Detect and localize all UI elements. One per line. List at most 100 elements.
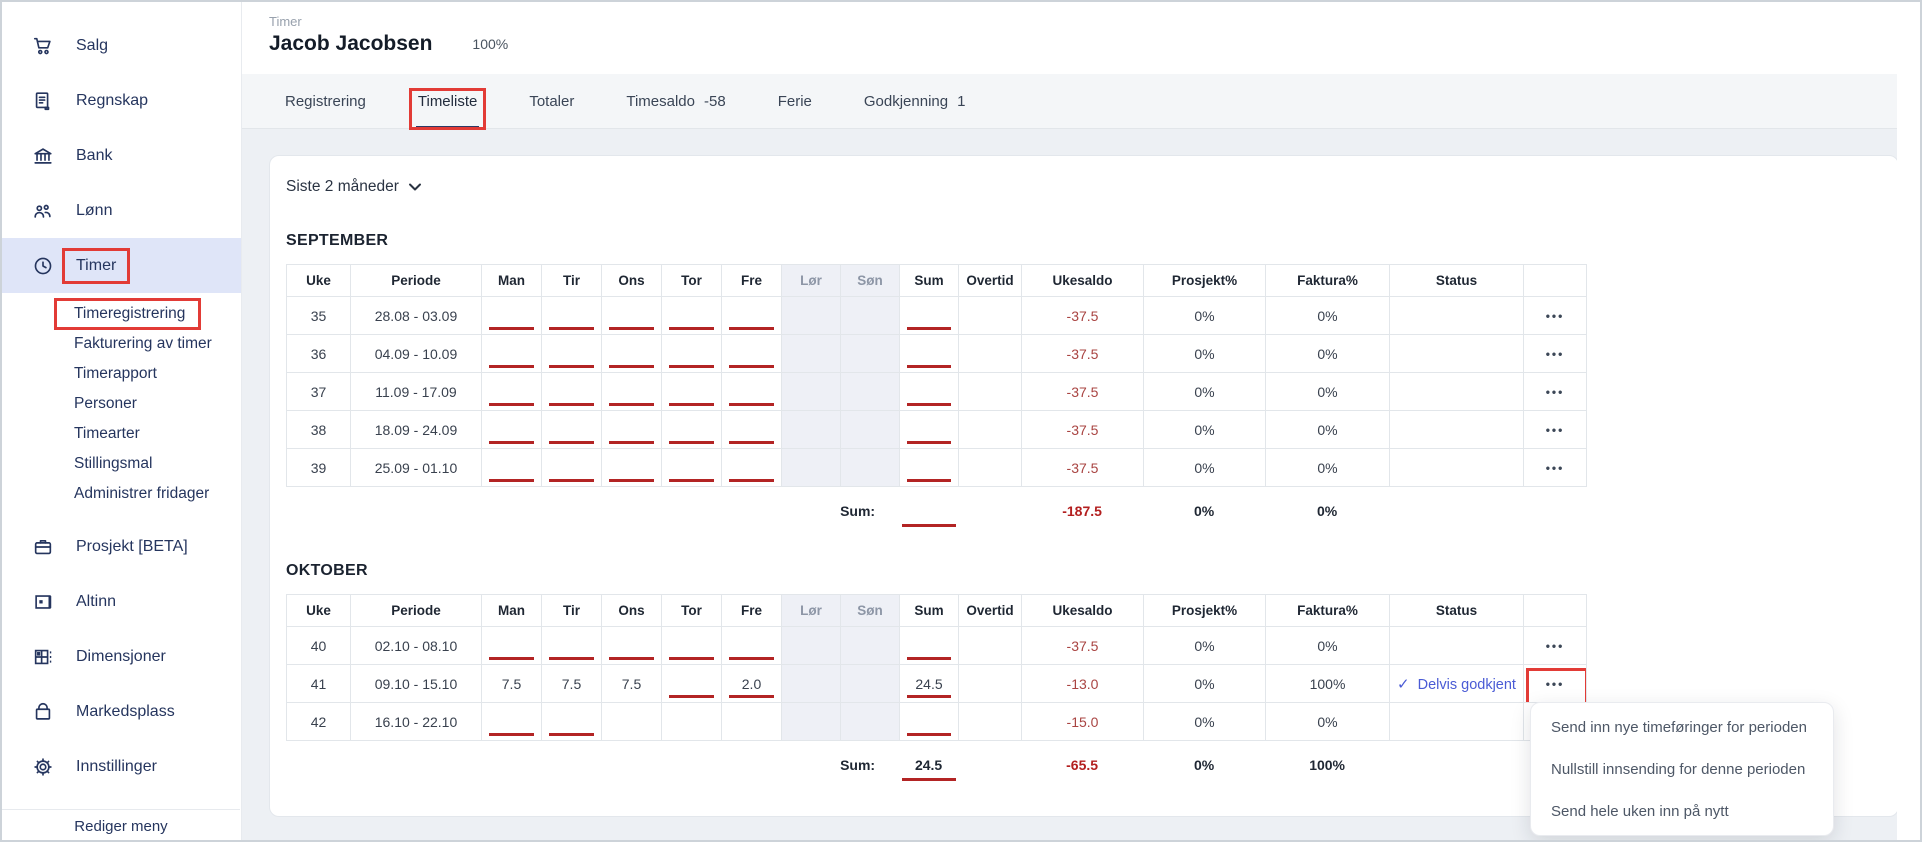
day-cell-tor[interactable] xyxy=(662,373,722,411)
week-number-cell: 36 xyxy=(287,335,351,373)
sidebar-item-regnskap[interactable]: Regnskap xyxy=(2,73,241,128)
sidebar-item-innstillinger[interactable]: Innstillinger xyxy=(2,739,241,794)
tab-timesaldo[interactable]: Timesaldo-58 xyxy=(626,74,725,128)
day-cell-fre[interactable] xyxy=(722,627,782,665)
empty-entry-underline xyxy=(549,733,594,736)
sidebar-subitem[interactable]: Fakturering av timer xyxy=(74,329,241,359)
col-header-ons: Ons xyxy=(602,265,662,297)
col-header-son: Søn xyxy=(841,265,900,297)
week-number-cell: 42 xyxy=(287,703,351,741)
day-cell-tor[interactable] xyxy=(662,411,722,449)
menu-item[interactable]: Nullstill innsending for denne perioden xyxy=(1531,748,1833,790)
sidebar-item-bank[interactable]: Bank xyxy=(2,128,241,183)
row-menu-button[interactable]: ••• xyxy=(1536,673,1575,695)
day-cell-ons[interactable] xyxy=(602,411,662,449)
week-number-cell: 39 xyxy=(287,449,351,487)
period-filter-label: Siste 2 måneder xyxy=(286,178,399,196)
col-header-fre: Fre xyxy=(722,265,782,297)
day-cell-fre[interactable] xyxy=(722,373,782,411)
row-menu-button[interactable]: ••• xyxy=(1536,343,1575,365)
week-balance-cell: -37.5 xyxy=(1022,335,1144,373)
sidebar-subitem[interactable]: Timerapport xyxy=(74,359,241,389)
day-cell-fre[interactable] xyxy=(722,703,782,741)
tab-ferie[interactable]: Ferie xyxy=(778,74,812,128)
period-cell: 25.09 - 01.10 xyxy=(351,449,482,487)
row-menu-button[interactable]: ••• xyxy=(1536,381,1575,403)
sidebar-item-markedsplass[interactable]: Markedsplass xyxy=(2,684,241,739)
day-cell-ons[interactable] xyxy=(602,335,662,373)
tab-godkjenning[interactable]: Godkjenning1 xyxy=(864,74,966,128)
tab-timeliste[interactable]: Timeliste xyxy=(418,74,477,128)
day-cell-tor[interactable] xyxy=(662,627,722,665)
sidebar-subitem[interactable]: Stillingsmal xyxy=(74,449,241,479)
day-cell-man[interactable] xyxy=(482,335,542,373)
day-cell-fre[interactable] xyxy=(722,297,782,335)
tab-totaler[interactable]: Totaler xyxy=(529,74,574,128)
day-cell-tir[interactable] xyxy=(542,297,602,335)
col-header-son: Søn xyxy=(841,595,900,627)
day-cell-tor[interactable] xyxy=(662,297,722,335)
tab-registrering[interactable]: Registrering xyxy=(285,74,366,128)
sidebar-subitem[interactable]: Timeregistrering xyxy=(74,299,241,329)
sidebar-item-lonn[interactable]: Lønn xyxy=(2,183,241,238)
godkjenning-count: 1 xyxy=(957,93,965,110)
day-cell-man[interactable] xyxy=(482,297,542,335)
day-cell-tir[interactable] xyxy=(542,335,602,373)
day-cell-tir[interactable]: 7.5 xyxy=(542,665,602,703)
day-cell-man[interactable] xyxy=(482,703,542,741)
row-menu-button[interactable]: ••• xyxy=(1536,305,1575,327)
sum-label: Sum: xyxy=(286,492,899,536)
day-cell-man[interactable] xyxy=(482,411,542,449)
sidebar-item-altinn[interactable]: Altinn xyxy=(2,574,241,629)
empty-entry-underline xyxy=(489,327,534,330)
row-menu-button[interactable]: ••• xyxy=(1536,457,1575,479)
day-cell-man[interactable]: 7.5 xyxy=(482,665,542,703)
day-cell-ons[interactable]: 7.5 xyxy=(602,665,662,703)
day-cell-ons[interactable] xyxy=(602,703,662,741)
sidebar-subitem[interactable]: Timearter xyxy=(74,419,241,449)
empty-entry-underline xyxy=(549,441,594,444)
sidebar-item-timer[interactable]: Timer xyxy=(2,238,241,293)
employment-percentage: 100% xyxy=(472,36,508,52)
sidebar-item-label: Dimensjoner xyxy=(76,648,166,665)
day-cell-fre[interactable] xyxy=(722,411,782,449)
day-cell-tir[interactable] xyxy=(542,373,602,411)
week-balance-cell: -37.5 xyxy=(1022,627,1144,665)
day-cell-tir[interactable] xyxy=(542,627,602,665)
weekend-cell-lor xyxy=(782,373,841,411)
day-cell-tor[interactable] xyxy=(662,703,722,741)
day-cell-fre[interactable]: 2.0 xyxy=(722,665,782,703)
row-menu-button[interactable]: ••• xyxy=(1536,635,1575,657)
day-cell-ons[interactable] xyxy=(602,449,662,487)
day-cell-ons[interactable] xyxy=(602,627,662,665)
day-cell-man[interactable] xyxy=(482,627,542,665)
app-window: Salg Regnskap Bank Lønn Timer xyxy=(0,0,1922,842)
col-header-periode: Periode xyxy=(351,595,482,627)
edit-menu-link[interactable]: Rediger meny xyxy=(2,818,240,835)
menu-item[interactable]: Send hele uken inn på nytt xyxy=(1531,790,1833,832)
period-filter-dropdown[interactable]: Siste 2 måneder xyxy=(286,172,422,202)
day-cell-fre[interactable] xyxy=(722,449,782,487)
day-cell-tor[interactable] xyxy=(662,665,722,703)
day-cell-tor[interactable] xyxy=(662,335,722,373)
day-cell-ons[interactable] xyxy=(602,297,662,335)
empty-entry-underline xyxy=(729,441,774,444)
day-cell-tir[interactable] xyxy=(542,703,602,741)
col-header-tor: Tor xyxy=(662,595,722,627)
weekend-cell-son xyxy=(841,373,900,411)
day-cell-tir[interactable] xyxy=(542,449,602,487)
day-cell-tir[interactable] xyxy=(542,411,602,449)
sidebar-item-prosjekt[interactable]: Prosjekt [BETA] xyxy=(2,519,241,574)
sidebar-subitem[interactable]: Personer xyxy=(74,389,241,419)
menu-item[interactable]: Send inn nye timeføringer for perioden xyxy=(1531,706,1833,748)
day-cell-fre[interactable] xyxy=(722,335,782,373)
sidebar-item-salg[interactable]: Salg xyxy=(2,18,241,73)
day-cell-ons[interactable] xyxy=(602,373,662,411)
day-cell-tor[interactable] xyxy=(662,449,722,487)
sidebar-subitem[interactable]: Administrer fridager xyxy=(74,479,241,509)
day-cell-man[interactable] xyxy=(482,373,542,411)
row-menu-button[interactable]: ••• xyxy=(1536,419,1575,441)
day-cell-man[interactable] xyxy=(482,449,542,487)
sidebar-item-dimensjoner[interactable]: Dimensjoner xyxy=(2,629,241,684)
page-title: Jacob Jacobsen xyxy=(269,32,432,56)
